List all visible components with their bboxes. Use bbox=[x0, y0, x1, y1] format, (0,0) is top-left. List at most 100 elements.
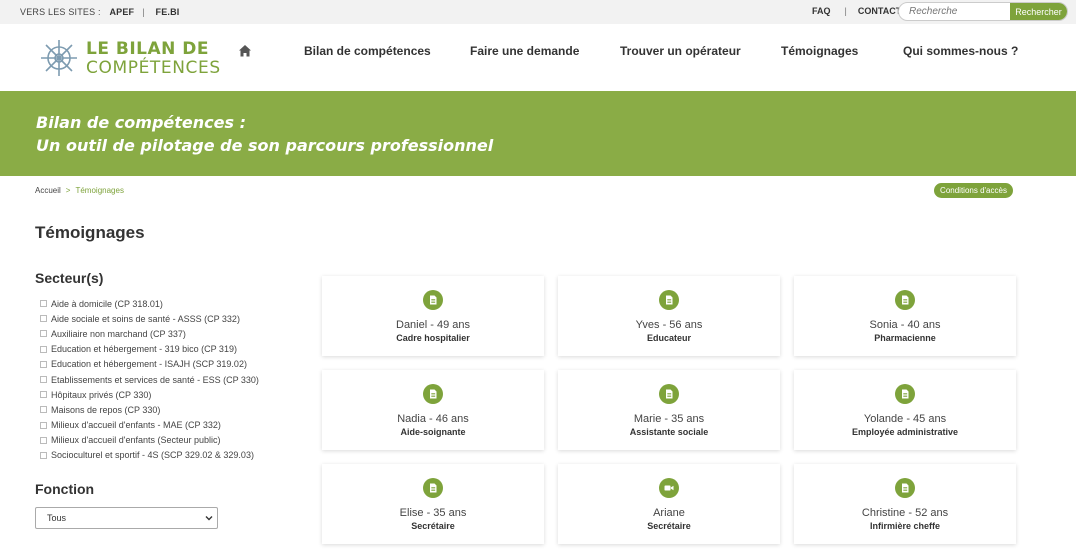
chevron-down-icon bbox=[205, 516, 213, 521]
conditions-button[interactable]: Conditions d'accès bbox=[934, 183, 1013, 198]
checkbox[interactable] bbox=[40, 360, 47, 368]
secteur-filter[interactable]: Milieux d'accueil d'enfants - MAE (CP 33… bbox=[40, 418, 259, 433]
checkbox[interactable] bbox=[40, 406, 47, 414]
home-icon[interactable] bbox=[238, 44, 252, 58]
search-input[interactable] bbox=[899, 3, 1014, 20]
testimonial-job: Employée administrative bbox=[851, 427, 959, 437]
filter-label: Hôpitaux privés (CP 330) bbox=[51, 389, 152, 400]
nav-bilan-de-competences[interactable]: Bilan de compétences bbox=[304, 44, 431, 58]
testimonial-card[interactable]: Daniel - 49 ans Cadre hospitalier bbox=[322, 276, 544, 356]
filter-label: Socioculturel et sportif - 4S (SCP 329.0… bbox=[51, 450, 254, 461]
site-link-apef[interactable]: APEF bbox=[109, 7, 134, 17]
banner-title-line-2: Un outil de pilotage de son parcours pro… bbox=[36, 136, 494, 155]
testimonial-name: Ariane bbox=[653, 507, 685, 519]
search-box: Recherche r bbox=[898, 2, 1068, 21]
testimonial-job: Secrétaire bbox=[411, 521, 455, 531]
contact-link[interactable]: CONTACT bbox=[858, 6, 901, 16]
testimonial-job: Infirmière cheffe bbox=[869, 521, 941, 531]
breadcrumb: Accueil > Témoignages bbox=[35, 186, 124, 195]
document-icon bbox=[423, 290, 443, 310]
secteur-filter[interactable]: Etablissements et services de santé - ES… bbox=[40, 372, 259, 387]
document-icon bbox=[423, 478, 443, 498]
testimonial-card[interactable]: Marie - 35 ans Assistante sociale bbox=[558, 370, 780, 450]
testimonial-name: Yolande - 45 ans bbox=[863, 413, 947, 425]
document-icon bbox=[895, 384, 915, 404]
testimonial-card[interactable]: Nadia - 46 ans Aide-soignante bbox=[322, 370, 544, 450]
testimonial-job: Secrétaire bbox=[647, 521, 691, 531]
testimonial-card[interactable]: Ariane Secrétaire bbox=[558, 464, 780, 544]
testimonial-job: Assistante sociale bbox=[629, 427, 709, 437]
secteur-filter[interactable]: Socioculturel et sportif - 4S (SCP 329.0… bbox=[40, 448, 259, 463]
fonction-selected-value: Tous bbox=[47, 513, 67, 523]
secteur-filter[interactable]: Auxiliaire non marchand (CP 337) bbox=[40, 326, 259, 341]
testimonial-card[interactable]: Sonia - 40 ans Pharmacienne bbox=[794, 276, 1016, 356]
filter-label: Etablissements et services de santé - ES… bbox=[51, 374, 259, 385]
testimonial-job: Aide-soignante bbox=[400, 427, 466, 437]
testimonial-card[interactable]: Christine - 52 ans Infirmière cheffe bbox=[794, 464, 1016, 544]
filter-label: Aide sociale et soins de santé - ASSS (C… bbox=[51, 313, 240, 324]
testimonial-card[interactable]: Yolande - 45 ans Employée administrative bbox=[794, 370, 1016, 450]
secteur-filter[interactable]: Milieux d'accueil d'enfants (Secteur pub… bbox=[40, 433, 259, 448]
testimonial-name: Elise - 35 ans bbox=[399, 507, 467, 519]
secteur-filter[interactable]: Aide à domicile (CP 318.01) bbox=[40, 296, 259, 311]
secteur-filter[interactable]: Education et hébergement - ISAJH (SCP 31… bbox=[40, 357, 259, 372]
checkbox[interactable] bbox=[40, 376, 47, 384]
nav-qui-sommes-nous[interactable]: Qui sommes-nous ? bbox=[903, 44, 1018, 58]
header: LE BILAN DE COMPÉTENCES Bilan de compéte… bbox=[0, 24, 1076, 91]
testimonial-job: Pharmacienne bbox=[874, 333, 936, 343]
secteurs-title: Secteur(s) bbox=[35, 270, 104, 286]
checkbox[interactable] bbox=[40, 421, 47, 429]
separator: | bbox=[142, 7, 145, 17]
top-bar: VERS LES SITES : APEF | FE.BI FAQ | CONTACT… bbox=[0, 0, 1076, 24]
checkbox[interactable] bbox=[40, 391, 47, 399]
nav-trouver-un-operateur[interactable]: Trouver un opérateur bbox=[620, 44, 741, 58]
secteur-filter[interactable]: Hôpitaux privés (CP 330) bbox=[40, 387, 259, 402]
faq-link[interactable]: FAQ bbox=[812, 6, 831, 16]
secteur-filter[interactable]: Education et hébergement - 319 bico (CP … bbox=[40, 342, 259, 357]
testimonial-job: Educateur bbox=[646, 333, 691, 343]
document-icon bbox=[659, 290, 679, 310]
checkbox[interactable] bbox=[40, 330, 47, 338]
checkbox[interactable] bbox=[40, 436, 47, 444]
document-icon bbox=[659, 384, 679, 404]
testimonial-card[interactable]: Yves - 56 ans Educateur bbox=[558, 276, 780, 356]
secteur-filter[interactable]: Aide sociale et soins de santé - ASSS (C… bbox=[40, 311, 259, 326]
breadcrumb-current: Témoignages bbox=[75, 186, 124, 195]
testimonial-name: Marie - 35 ans bbox=[633, 413, 705, 425]
separator: | bbox=[844, 6, 847, 16]
filter-label: Education et hébergement - ISAJH (SCP 31… bbox=[51, 359, 247, 370]
testimonial-name: Nadia - 46 ans bbox=[397, 413, 469, 425]
filter-label: Auxiliaire non marchand (CP 337) bbox=[51, 328, 186, 339]
nav-faire-une-demande[interactable]: Faire une demande bbox=[470, 44, 579, 58]
secteur-filter[interactable]: Maisons de repos (CP 330) bbox=[40, 402, 259, 417]
page-title: Témoignages bbox=[35, 223, 145, 242]
checkbox[interactable] bbox=[40, 345, 47, 353]
sites-label: VERS LES SITES : bbox=[20, 7, 101, 17]
site-link-febi[interactable]: FE.BI bbox=[156, 7, 180, 17]
checkbox[interactable] bbox=[40, 300, 47, 308]
document-icon bbox=[423, 384, 443, 404]
main-nav: Bilan de compétences Faire une demande T… bbox=[0, 44, 1076, 64]
filter-label: Milieux d'accueil d'enfants (Secteur pub… bbox=[51, 435, 221, 446]
checkbox[interactable] bbox=[40, 451, 47, 459]
testimonial-card[interactable]: Elise - 35 ans Secrétaire bbox=[322, 464, 544, 544]
fonction-title: Fonction bbox=[35, 481, 95, 497]
filter-label: Maisons de repos (CP 330) bbox=[51, 404, 161, 415]
fonction-select[interactable]: Tous bbox=[35, 507, 218, 529]
nav-temoignages[interactable]: Témoignages bbox=[781, 44, 858, 58]
testimonial-job: Cadre hospitalier bbox=[396, 333, 470, 343]
filter-label: Education et hébergement - 319 bico (CP … bbox=[51, 344, 237, 355]
testimonial-name: Yves - 56 ans bbox=[635, 319, 703, 331]
site-links: VERS LES SITES : APEF | FE.BI bbox=[20, 7, 186, 17]
document-icon bbox=[895, 478, 915, 498]
checkbox[interactable] bbox=[40, 315, 47, 323]
filter-label: Milieux d'accueil d'enfants - MAE (CP 33… bbox=[51, 420, 221, 431]
testimonial-name: Daniel - 49 ans bbox=[396, 319, 470, 331]
top-links: FAQ | CONTACT bbox=[812, 6, 901, 16]
document-icon bbox=[895, 290, 915, 310]
breadcrumb-separator: > bbox=[65, 186, 71, 195]
breadcrumb-home[interactable]: Accueil bbox=[35, 186, 61, 195]
testimonial-name: Sonia - 40 ans bbox=[869, 319, 941, 331]
banner-title-line-1: Bilan de compétences : bbox=[36, 113, 246, 132]
search-button[interactable]: Rechercher bbox=[1010, 3, 1067, 20]
